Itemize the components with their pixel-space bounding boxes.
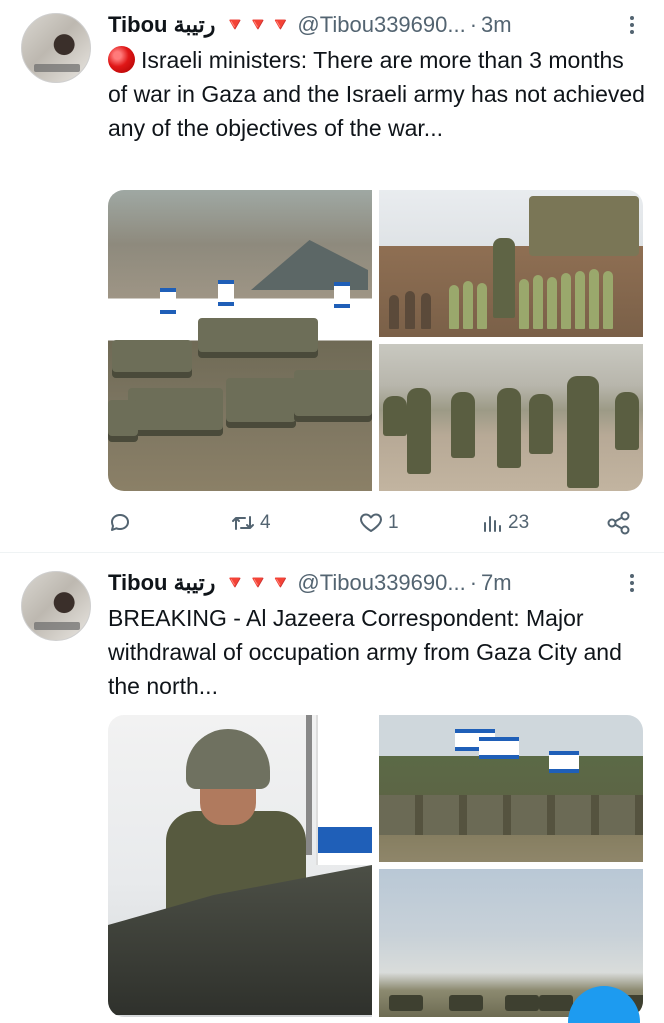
views-count: 23 <box>508 512 530 533</box>
views-chart-icon <box>484 516 501 532</box>
retweet-count: 4 <box>260 512 271 533</box>
tweet-actions: 4 1 23 <box>108 508 638 538</box>
tweet-text: Israeli ministers: There are more than 3… <box>108 43 648 145</box>
author-handle[interactable]: @Tibou339690... <box>297 12 465 38</box>
separator-dot: · <box>469 570 478 595</box>
heart-icon <box>360 513 382 532</box>
more-vertical-icon[interactable] <box>622 10 642 40</box>
author-name[interactable]: Tibou رتيبة <box>108 570 215 596</box>
tweet-header: Tibou رتيبة 🔻🔻🔻 @Tibou339690... · 7m <box>108 568 512 598</box>
separator-dot: · <box>469 12 478 37</box>
tweet-text: BREAKING - Al Jazeera Correspondent: Maj… <box>108 601 648 703</box>
tweet-2[interactable]: Tibou رتيبة 🔻🔻🔻 @Tibou339690... · 7m BRE… <box>0 553 664 1023</box>
photo-armored-vehicles-field[interactable] <box>108 190 372 491</box>
like-count: 1 <box>388 512 399 533</box>
photo-soldiers-marching[interactable] <box>379 344 643 491</box>
tweet-header: Tibou رتيبة 🔻🔻🔻 @Tibou339690... · 3m <box>108 10 512 40</box>
retweet-icon <box>232 516 254 530</box>
views-button[interactable]: 23 <box>482 508 529 538</box>
avatar-caption <box>34 64 80 72</box>
author-name-emoji: 🔻🔻🔻 <box>223 15 292 36</box>
tweet-text-content: BREAKING - Al Jazeera Correspondent: Maj… <box>108 605 622 699</box>
retweet-button[interactable]: 4 <box>230 508 271 538</box>
red-circle-icon <box>108 46 135 73</box>
more-vertical-icon[interactable] <box>622 568 642 598</box>
photo-tanks-with-flags[interactable] <box>379 715 643 862</box>
timestamp[interactable]: 7m <box>481 570 512 596</box>
media-grid <box>108 715 643 1017</box>
photo-artillery-shells[interactable] <box>379 190 643 337</box>
reply-icon <box>111 514 129 531</box>
avatar[interactable] <box>21 571 91 641</box>
share-button[interactable] <box>606 508 632 538</box>
share-icon <box>607 511 630 535</box>
tweet-text-content: Israeli ministers: There are more than 3… <box>108 47 645 141</box>
avatar-caption <box>34 622 80 630</box>
like-button[interactable]: 1 <box>358 508 399 538</box>
author-name-emoji: 🔻🔻🔻 <box>223 573 292 594</box>
author-name[interactable]: Tibou رتيبة <box>108 12 215 38</box>
media-grid <box>108 190 643 491</box>
avatar[interactable] <box>21 13 91 83</box>
reply-button[interactable] <box>108 508 136 538</box>
tweet-1[interactable]: Tibou رتيبة 🔻🔻🔻 @Tibou339690... · 3m Isr… <box>0 0 664 552</box>
author-handle[interactable]: @Tibou339690... <box>297 570 465 596</box>
photo-tank-commander[interactable] <box>108 715 372 1017</box>
timestamp[interactable]: 3m <box>481 12 512 38</box>
